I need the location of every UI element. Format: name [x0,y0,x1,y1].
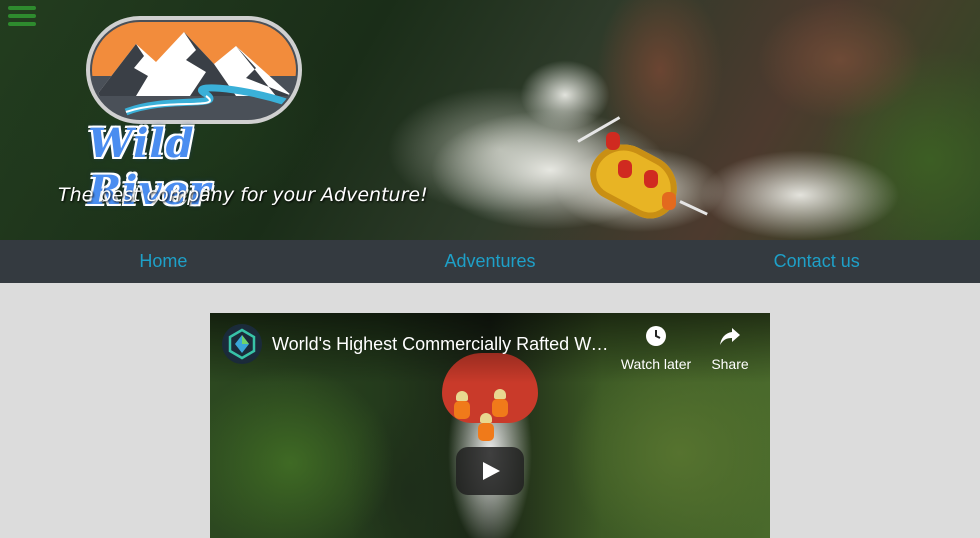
rafter [618,160,632,178]
video-helmet [480,413,492,423]
youtube-video-embed[interactable]: World's Highest Commercially Rafted Wa..… [210,313,770,538]
clock-icon [646,326,666,346]
play-icon[interactable] [456,447,524,495]
video-rafter [492,399,508,417]
rafter [644,170,658,188]
video-rafter [454,401,470,419]
channel-avatar-icon[interactable] [222,324,262,364]
nav-item-home[interactable]: Home [0,251,327,272]
river-foam [520,60,610,130]
watch-later-label: Watch later [620,356,692,372]
tagline: The best company for your Adventure! [58,184,428,206]
video-rafter [478,423,494,441]
nav-item-contact-us[interactable]: Contact us [653,251,980,272]
rafter [662,192,676,210]
video-title[interactable]: World's Highest Commercially Rafted Wa..… [272,334,612,355]
main-navigation: Home Adventures Contact us [0,240,980,283]
rafter [606,132,620,150]
nav-item-adventures[interactable]: Adventures [327,251,654,272]
share-arrow-icon [720,328,740,345]
river-foam [700,150,900,240]
video-helmet [494,389,506,399]
share-label: Share [711,356,749,372]
video-helmet [456,391,468,401]
watch-later-button[interactable]: Watch later [616,325,696,372]
hero-banner: Wild River The best company for your Adv… [0,0,980,240]
share-button[interactable]: Share [690,325,770,372]
hamburger-icon[interactable] [8,4,36,28]
mountain-river-logo-icon[interactable] [86,16,302,124]
